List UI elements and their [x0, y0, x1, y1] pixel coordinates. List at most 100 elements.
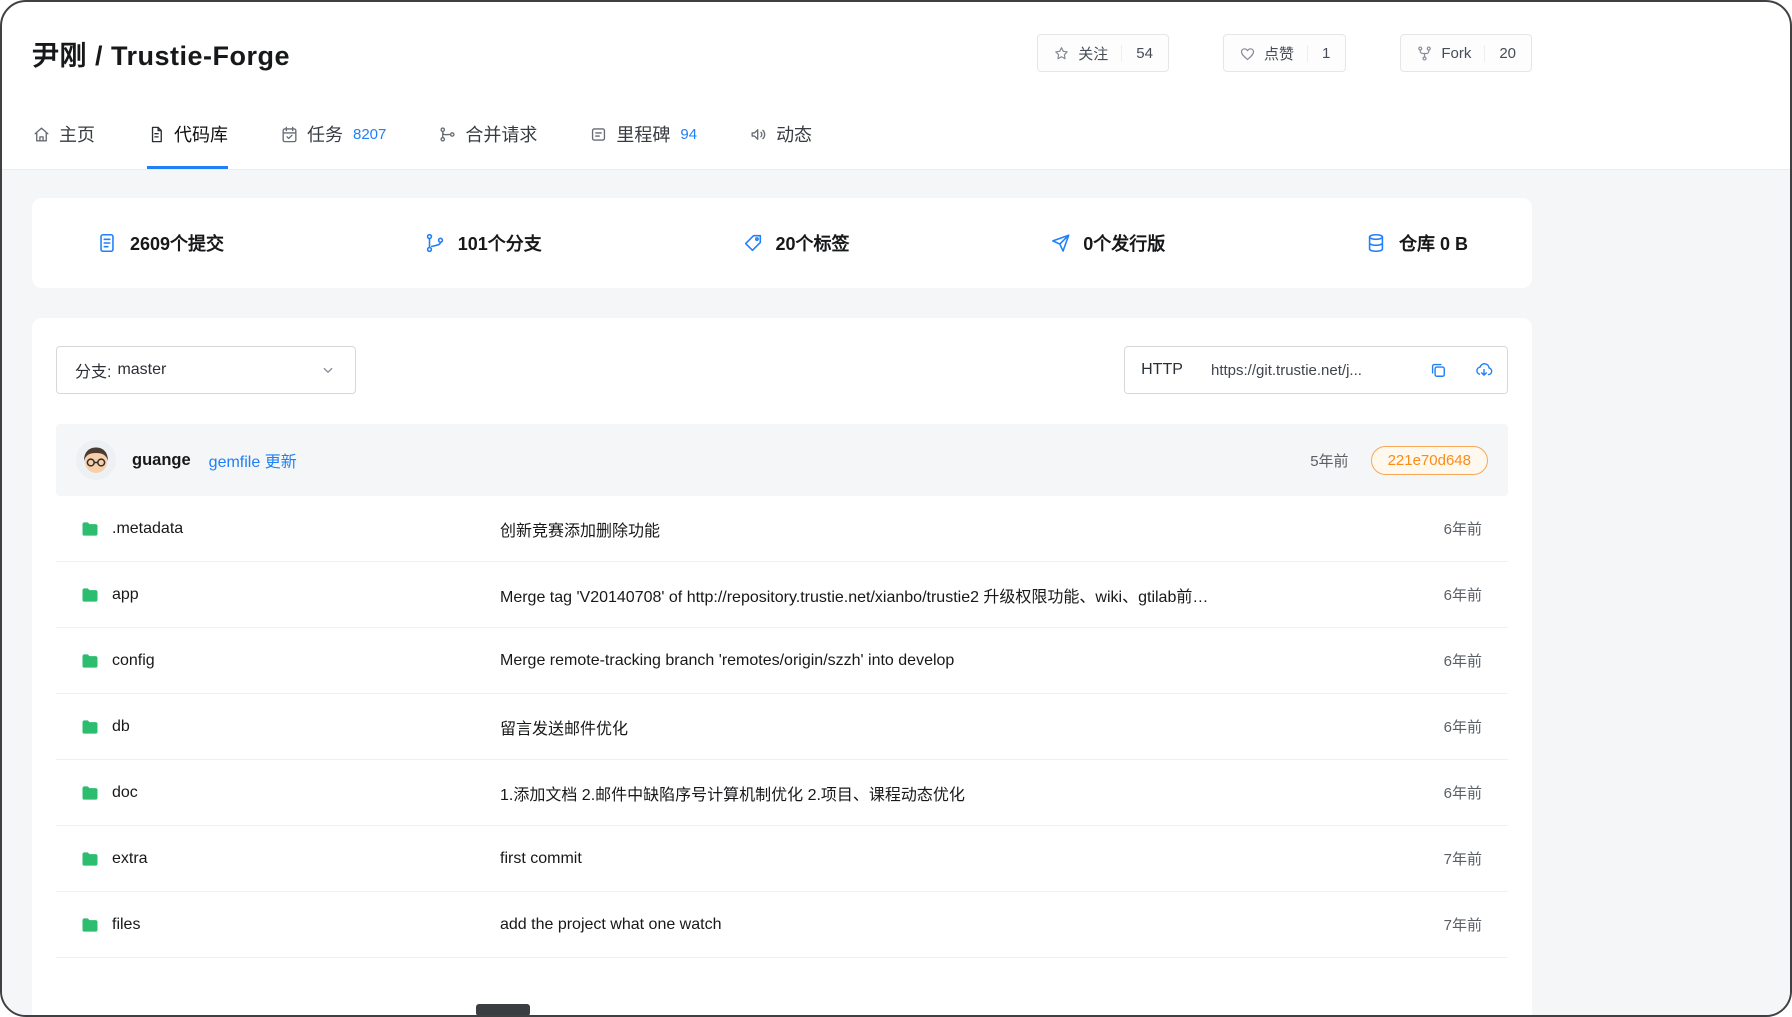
stat-releases[interactable]: 0个发行版	[1049, 230, 1165, 256]
folder-icon	[80, 717, 100, 737]
repo-files-card: 分支: master HTTP	[32, 318, 1532, 1017]
file-row: .metadata 创新竞赛添加删除功能 6年前	[56, 496, 1508, 562]
file-commit-message[interactable]: first commit	[500, 850, 1406, 868]
file-commit-time: 7年前	[1406, 914, 1482, 935]
tab-milestones[interactable]: 里程碑 94	[589, 104, 697, 169]
fork-icon	[1416, 45, 1433, 62]
file-name-cell[interactable]: doc	[80, 783, 500, 803]
commit-hash-badge[interactable]: 221e70d648	[1371, 446, 1488, 475]
file-name-cell[interactable]: extra	[80, 849, 500, 869]
file-row: extra first commit 7年前	[56, 826, 1508, 892]
file-commit-time: 6年前	[1406, 716, 1482, 737]
file-commit-message[interactable]: add the project what one watch	[500, 916, 1406, 934]
partial-row-sliver	[476, 1004, 530, 1016]
file-name: app	[112, 586, 139, 604]
commit-author[interactable]: guange	[132, 451, 191, 470]
file-name-cell[interactable]: .metadata	[80, 519, 500, 539]
release-icon	[1049, 232, 1071, 254]
file-row: files add the project what one watch 7年前	[56, 892, 1508, 958]
stat-commits[interactable]: 2609个提交	[96, 230, 224, 256]
file-table: .metadata 创新竞赛添加删除功能 6年前 app Merge tag '…	[56, 496, 1508, 958]
file-commit-time: 6年前	[1406, 518, 1482, 539]
clone-url-input[interactable]	[1199, 347, 1415, 393]
home-icon	[32, 125, 51, 144]
commit-message-link[interactable]: gemfile 更新	[209, 448, 297, 472]
watch-button[interactable]: 关注 54	[1037, 34, 1169, 72]
file-commit-message[interactable]: 留言发送邮件优化	[500, 715, 1406, 739]
tab-tasks-badge: 8207	[353, 126, 386, 143]
database-icon	[1365, 232, 1387, 254]
file-name-cell[interactable]: files	[80, 915, 500, 935]
repo-header: 尹刚 / Trustie-Forge 关注 54 点赞 1 Fork 20	[2, 2, 1790, 104]
file-row: db 留言发送邮件优化 6年前	[56, 694, 1508, 760]
like-count: 1	[1307, 45, 1330, 62]
avatar-image	[76, 440, 116, 480]
milestone-icon	[589, 125, 608, 144]
fork-label: Fork	[1441, 45, 1471, 62]
partial-row	[32, 1004, 1532, 1017]
file-name-cell[interactable]: config	[80, 651, 500, 671]
stat-repo-size-label: 仓库 0 B	[1399, 230, 1468, 256]
chevron-down-icon	[319, 361, 337, 379]
watch-label: 关注	[1078, 43, 1108, 64]
file-name: doc	[112, 784, 138, 802]
cloud-download-icon	[1474, 360, 1494, 380]
repo-stats-bar: 2609个提交 101个分支 20个标签 0个发行版 仓库 0 B	[32, 198, 1532, 288]
like-button[interactable]: 点赞 1	[1223, 34, 1346, 72]
latest-commit-bar: guange gemfile 更新 5年前 221e70d648	[56, 424, 1508, 496]
tab-tasks-label: 任务	[307, 121, 343, 147]
folder-icon	[80, 915, 100, 935]
file-commit-message[interactable]: 1.添加文档 2.邮件中缺陷序号计算机制优化 2.项目、课程动态优化	[500, 781, 1406, 805]
file-name-cell[interactable]: app	[80, 585, 500, 605]
like-label: 点赞	[1264, 43, 1294, 64]
file-row: app Merge tag 'V20140708' of http://repo…	[56, 562, 1508, 628]
download-button[interactable]	[1461, 347, 1507, 393]
branch-icon	[424, 232, 446, 254]
repo-tabs: 主页 代码库 任务 8207 合并请求 里程碑 94 动态	[2, 104, 1790, 170]
tab-tasks[interactable]: 任务 8207	[280, 104, 386, 169]
star-icon	[1053, 45, 1070, 62]
tab-code-label: 代码库	[174, 121, 228, 147]
fork-button[interactable]: Fork 20	[1400, 34, 1532, 72]
avatar[interactable]	[76, 440, 116, 480]
file-row: doc 1.添加文档 2.邮件中缺陷序号计算机制优化 2.项目、课程动态优化 6…	[56, 760, 1508, 826]
stat-branches[interactable]: 101个分支	[424, 230, 542, 256]
heart-icon	[1239, 45, 1256, 62]
tab-activity[interactable]: 动态	[749, 104, 812, 169]
file-commit-time: 6年前	[1406, 782, 1482, 803]
repo-icon	[147, 125, 166, 144]
stat-tags-label: 20个标签	[776, 230, 850, 256]
branch-label: 分支:	[75, 358, 111, 382]
file-name: config	[112, 652, 155, 670]
clone-url-group: HTTP	[1124, 346, 1508, 394]
repo-toolbar: 分支: master HTTP	[32, 318, 1532, 394]
folder-icon	[80, 519, 100, 539]
folder-icon	[80, 585, 100, 605]
branch-selector[interactable]: 分支: master	[56, 346, 356, 394]
tab-home[interactable]: 主页	[32, 104, 95, 169]
activity-icon	[749, 125, 768, 144]
tab-activity-label: 动态	[776, 121, 812, 147]
file-commit-time: 6年前	[1406, 650, 1482, 671]
tag-icon	[742, 232, 764, 254]
file-commit-message[interactable]: Merge remote-tracking branch 'remotes/or…	[500, 652, 1406, 670]
stat-repo-size[interactable]: 仓库 0 B	[1365, 230, 1468, 256]
file-name-cell[interactable]: db	[80, 717, 500, 737]
http-protocol-button[interactable]: HTTP	[1125, 347, 1199, 393]
merge-icon	[438, 125, 457, 144]
tab-merge-requests[interactable]: 合并请求	[438, 104, 537, 169]
stat-branches-label: 101个分支	[458, 230, 542, 256]
commit-time: 5年前	[1310, 450, 1348, 471]
file-commit-time: 7年前	[1406, 848, 1482, 869]
watch-count: 54	[1121, 45, 1153, 62]
copy-url-button[interactable]	[1415, 347, 1461, 393]
file-commit-message[interactable]: Merge tag 'V20140708' of http://reposito…	[500, 583, 1406, 607]
file-commit-message[interactable]: 创新竞赛添加删除功能	[500, 517, 1406, 541]
tab-milestones-label: 里程碑	[616, 121, 670, 147]
tab-merge-label: 合并请求	[465, 121, 537, 147]
tab-code[interactable]: 代码库	[147, 104, 228, 169]
stat-tags[interactable]: 20个标签	[742, 230, 850, 256]
page-body: 2609个提交 101个分支 20个标签 0个发行版 仓库 0 B	[2, 170, 1790, 1017]
app-window: 尹刚 / Trustie-Forge 关注 54 点赞 1 Fork 20	[0, 0, 1792, 1017]
folder-icon	[80, 783, 100, 803]
